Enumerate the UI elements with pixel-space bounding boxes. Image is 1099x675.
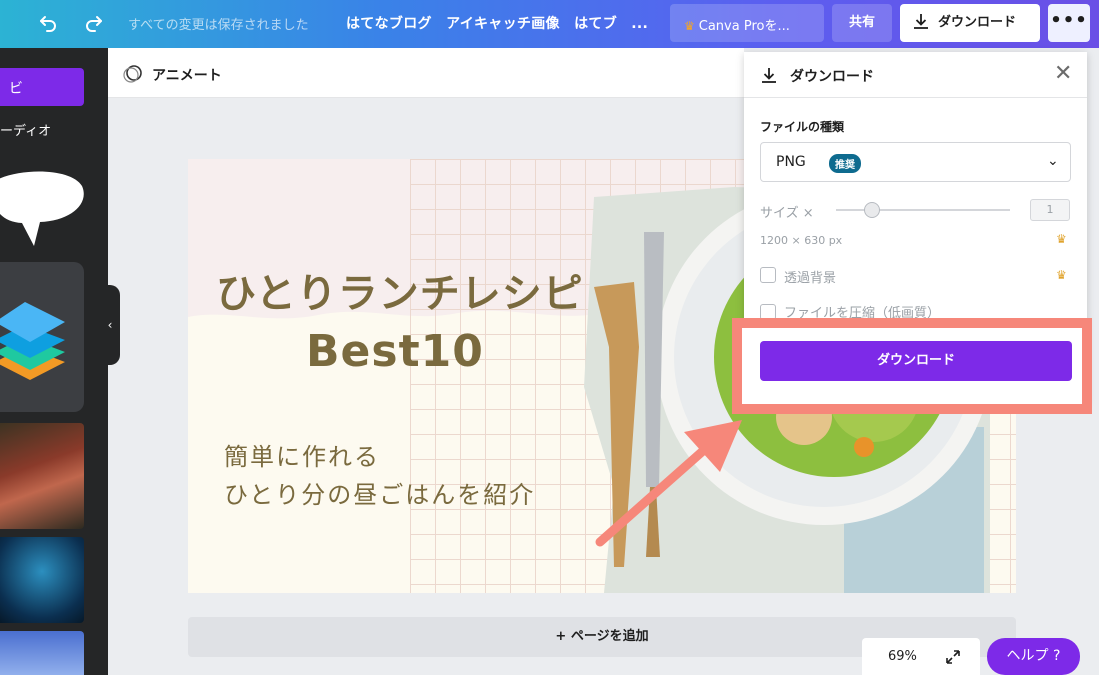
food-thumbnail[interactable] xyxy=(0,423,84,529)
size-input[interactable]: 1 xyxy=(1030,199,1070,221)
download-icon xyxy=(914,14,928,29)
transparent-background-checkbox[interactable] xyxy=(760,267,776,283)
download-icon xyxy=(762,68,776,83)
download-top-button[interactable]: ダウンロード xyxy=(900,4,1040,42)
crown-icon: ♛ xyxy=(1056,232,1067,246)
size-slider-handle[interactable] xyxy=(864,202,880,218)
left-sidebar: ビ ーディオ xyxy=(0,48,108,675)
download-panel-title: ダウンロード xyxy=(790,69,874,85)
download-panel-header: ダウンロード ✕ xyxy=(744,52,1087,98)
menu-icon[interactable] xyxy=(6,12,26,37)
download-top-label: ダウンロード xyxy=(938,15,1017,30)
size-slider-track[interactable] xyxy=(836,209,1010,211)
editor-toolbar: アニメート xyxy=(108,48,744,98)
animate-button[interactable]: アニメート xyxy=(152,65,222,85)
file-type-value: PNG xyxy=(776,154,806,170)
canvas-title-line2[interactable]: Best10 xyxy=(306,328,726,375)
size-label: サイズ × xyxy=(760,206,814,221)
fullscreen-icon[interactable] xyxy=(944,648,962,666)
pointer-arrow-annotation xyxy=(595,420,742,547)
file-type-select[interactable]: PNG 推奨 ⌄ xyxy=(760,142,1071,182)
dimensions-text: 1200 × 630 px xyxy=(760,234,843,247)
saved-status: すべての変更は保存されました xyxy=(128,18,309,33)
aquarium-thumbnail[interactable] xyxy=(0,537,84,623)
canvas-subtitle-line2[interactable]: ひとり分の昼ごはんを紹介 xyxy=(224,475,535,510)
sky-thumbnail[interactable] xyxy=(0,631,84,675)
redo-icon[interactable] xyxy=(84,12,104,37)
undo-icon[interactable] xyxy=(38,12,58,37)
recommended-badge: 推奨 xyxy=(829,154,861,173)
collapse-sidebar-button[interactable]: ‹ xyxy=(100,285,120,365)
document-title[interactable]: はてなブログ アイキャッチ画像 はてブ ... xyxy=(346,13,648,33)
crown-icon: ♛ xyxy=(1056,268,1067,282)
zoom-level[interactable]: 69% xyxy=(888,649,917,664)
more-options-button[interactable]: ••• xyxy=(1048,4,1090,42)
speech-bubble-element[interactable] xyxy=(0,166,84,256)
share-button[interactable]: 共有 xyxy=(832,4,892,42)
sidebar-active-item[interactable]: ビ xyxy=(0,68,84,106)
file-type-label: ファイルの種類 xyxy=(760,120,845,134)
help-button[interactable]: ヘルプ ? xyxy=(987,638,1080,675)
download-button[interactable]: ダウンロード xyxy=(760,341,1072,381)
zoom-control: 69% xyxy=(862,638,980,675)
sidebar-item-audio[interactable]: ーディオ xyxy=(0,120,51,139)
canvas-title-line1[interactable]: ひとりランチレシピ xyxy=(216,273,636,315)
close-icon[interactable]: ✕ xyxy=(1054,62,1072,86)
layers-app-icon[interactable] xyxy=(0,262,84,412)
canva-pro-label: Canva Proを... xyxy=(698,19,790,34)
crown-icon: ♛ xyxy=(684,19,695,33)
chevron-down-icon: ⌄ xyxy=(1047,153,1059,169)
top-bar: すべての変更は保存されました はてなブログ アイキャッチ画像 はてブ ... ♛… xyxy=(0,0,1099,48)
animate-icon xyxy=(123,65,142,83)
canva-pro-button[interactable]: ♛ Canva Proを... xyxy=(670,4,824,42)
canvas-subtitle-line1[interactable]: 簡単に作れる xyxy=(224,437,380,472)
transparent-background-label: 透過背景 xyxy=(784,271,837,286)
